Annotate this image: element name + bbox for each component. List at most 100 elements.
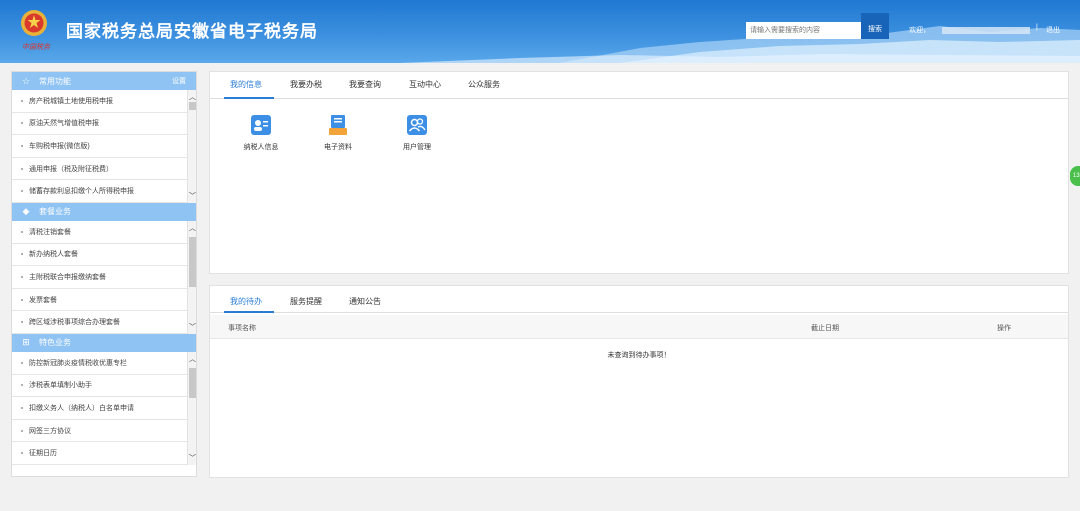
- list-item-label: 主附税联合申报缴纳套餐: [29, 273, 106, 281]
- floating-service-button[interactable]: 13: [1070, 166, 1080, 186]
- bottom-tabs: 我的待办 服务提醒 通知公告: [210, 286, 1068, 313]
- list-item[interactable]: 清税注销套餐: [12, 221, 196, 244]
- list-item-label: 原油天然气增值税申报: [29, 120, 99, 128]
- tab-my-todo[interactable]: 我的待办: [230, 296, 262, 307]
- bullet-icon: [21, 406, 23, 409]
- function-label: 电子资料: [324, 144, 352, 151]
- chevron-down-icon[interactable]: ﹀: [188, 453, 197, 463]
- scroll-thumb[interactable]: [189, 367, 196, 398]
- list-item[interactable]: 发票套餐: [12, 289, 196, 312]
- bullet-icon: [21, 253, 23, 256]
- tab-public-service[interactable]: 公众服务: [468, 79, 500, 90]
- taxpayer-info-button[interactable]: 纳税人信息: [231, 114, 291, 152]
- column-header-name: 事项名称: [228, 325, 256, 332]
- bullet-icon: [21, 122, 23, 125]
- active-tab-indicator: [224, 311, 274, 313]
- star-icon: ☆: [21, 75, 31, 86]
- section-package-title: 套餐业务: [39, 207, 71, 217]
- active-tab-indicator: [224, 97, 274, 99]
- section-special-header[interactable]: ⊞ 特色业务: [12, 333, 196, 352]
- site-title: 国家税务总局安徽省电子税务局: [66, 22, 318, 41]
- bullet-icon: [21, 298, 23, 301]
- chevron-down-icon[interactable]: ﹀: [188, 191, 197, 201]
- scroll-thumb[interactable]: [189, 236, 196, 287]
- taxpayer-card-icon: [251, 115, 271, 135]
- brand-signature: 中国税务: [22, 44, 50, 51]
- welcome-text: 欢迎，: [909, 27, 930, 34]
- header-separator: |: [1036, 24, 1038, 31]
- section-common-title: 常用功能: [39, 76, 71, 86]
- column-header-action: 操作: [997, 325, 1011, 332]
- settings-link[interactable]: 设置: [172, 76, 186, 86]
- section-package-list: 清税注销套餐 新办纳税人套餐 主附税联合申报缴纳套餐 发票套餐 跨区域涉税事项综…: [12, 220, 197, 334]
- table-header: 事项名称 截止日期 操作: [210, 315, 1068, 339]
- tab-query[interactable]: 我要查询: [349, 79, 381, 90]
- list-item-label: 涉税表单填制小助手: [29, 382, 92, 390]
- list-item-label: 新办纳税人套餐: [29, 251, 78, 259]
- tab-tax-handling[interactable]: 我要办税: [290, 79, 322, 90]
- layers-icon: ◆: [22, 206, 30, 217]
- list-item-label: 防控新冠肺炎疫情税收优惠专栏: [29, 359, 127, 367]
- tab-notice[interactable]: 通知公告: [349, 296, 381, 307]
- chevron-up-icon[interactable]: ︿: [188, 92, 197, 102]
- todo-panel: 我的待办 服务提醒 通知公告 事项名称 截止日期 操作 未查询到待办事项！: [209, 285, 1069, 478]
- list-item-label: 征期日历: [29, 450, 57, 458]
- list-item-label: 清税注销套餐: [29, 228, 71, 236]
- scrollbar[interactable]: ︿ ﹀: [187, 351, 197, 465]
- list-item-label: 储蓄存款利息扣缴个人所得税申报: [29, 188, 134, 196]
- section-special-list: 防控新冠肺炎疫情税收优惠专栏 涉税表单填制小助手 扣缴义务人（纳税人）白名单申请…: [12, 351, 197, 465]
- sidebar: ☆ 常用功能 设置 房产税城镇土地使用税申报 原油天然气增值税申报 车购税申报(…: [11, 71, 197, 477]
- search-input[interactable]: [746, 22, 861, 39]
- tab-my-info[interactable]: 我的信息: [230, 79, 262, 90]
- tab-service-reminder[interactable]: 服务提醒: [290, 296, 322, 307]
- list-item[interactable]: 新办纳税人套餐: [12, 244, 196, 267]
- bullet-icon: [21, 230, 23, 233]
- function-label: 纳税人信息: [243, 144, 279, 151]
- chevron-down-icon[interactable]: ﹀: [188, 322, 197, 332]
- section-common-list: 房产税城镇土地使用税申报 原油天然气增值税申报 车购税申报(微信版) 通用申报（…: [12, 90, 196, 203]
- list-item[interactable]: 涉税表单填制小助手: [12, 375, 196, 398]
- list-item[interactable]: 网签三方协议: [12, 420, 196, 443]
- section-special-title: 特色业务: [39, 338, 71, 348]
- bullet-icon: [21, 429, 23, 432]
- bullet-icon: [21, 384, 23, 387]
- my-info-panel: 我的信息 我要办税 我要查询 互动中心 公众服务 纳税人信息 电子资料 用户管理: [209, 71, 1069, 274]
- bullet-icon: [21, 190, 23, 193]
- bullet-icon: [21, 321, 23, 324]
- list-item[interactable]: 通用申报（税及附征税费）: [12, 158, 196, 181]
- grid-icon: ⊞: [22, 337, 30, 348]
- tax-emblem-icon: [21, 10, 47, 36]
- tab-interaction[interactable]: 互动中心: [409, 79, 441, 90]
- search-button[interactable]: 搜索: [861, 13, 889, 39]
- function-label: 用户管理: [403, 144, 431, 151]
- list-item[interactable]: 房产税城镇土地使用税申报: [12, 90, 196, 113]
- bullet-icon: [21, 452, 23, 455]
- bullet-icon: [21, 99, 23, 102]
- list-item-label: 跨区域涉税事项综合办理套餐: [29, 319, 120, 327]
- e-documents-button[interactable]: 电子资料: [308, 114, 368, 152]
- users-icon: [407, 115, 427, 135]
- list-item[interactable]: 防控新冠肺炎疫情税收优惠专栏: [12, 352, 196, 375]
- scroll-thumb[interactable]: [189, 102, 196, 110]
- section-common-header[interactable]: ☆ 常用功能 设置: [12, 72, 196, 90]
- list-item[interactable]: 储蓄存款利息扣缴个人所得税申报: [12, 180, 196, 203]
- list-item-label: 房产税城镇土地使用税申报: [29, 97, 113, 105]
- list-item[interactable]: 车购税申报(微信版): [12, 135, 196, 158]
- chevron-up-icon[interactable]: ︿: [188, 354, 197, 364]
- list-item[interactable]: 主附税联合申报缴纳套餐: [12, 266, 196, 289]
- scrollbar[interactable]: ︿ ﹀: [187, 90, 196, 203]
- logout-link[interactable]: 退出: [1046, 25, 1060, 35]
- list-item[interactable]: 扣缴义务人（纳税人）白名单申请: [12, 397, 196, 420]
- document-stack-icon: [329, 115, 347, 135]
- list-item-label: 通用申报（税及附征税费）: [29, 165, 113, 173]
- scrollbar[interactable]: ︿ ﹀: [187, 220, 197, 334]
- list-item[interactable]: 跨区域涉税事项综合办理套餐: [12, 311, 196, 334]
- list-item-label: 车购税申报(微信版): [29, 142, 90, 150]
- list-item[interactable]: 征期日历: [12, 442, 196, 465]
- chevron-up-icon[interactable]: ︿: [188, 223, 197, 233]
- section-package-header[interactable]: ◆ 套餐业务: [12, 202, 196, 221]
- user-management-button[interactable]: 用户管理: [387, 114, 447, 152]
- list-item[interactable]: 原油天然气增值税申报: [12, 113, 196, 136]
- list-item-label: 扣缴义务人（纳税人）白名单申请: [29, 404, 134, 412]
- bullet-icon: [21, 167, 23, 170]
